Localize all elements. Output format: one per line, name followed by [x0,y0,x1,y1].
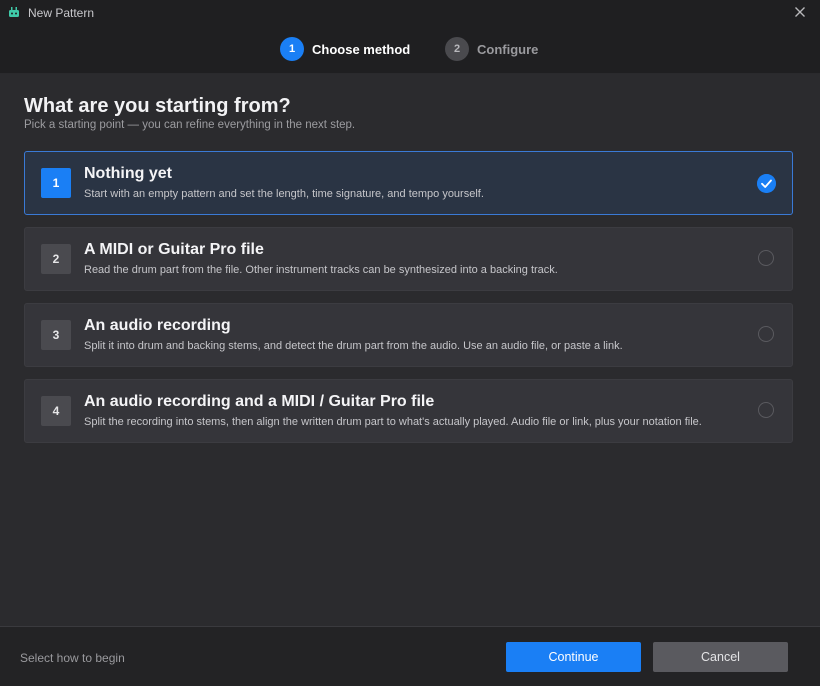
page-title: What are you starting from? [24,95,291,117]
option-description: Split the recording into stems, then ali… [84,416,702,428]
option-title: An audio recording and a MIDI / Guitar P… [84,393,435,410]
option-number: 2 [41,244,71,274]
status-text: Select how to begin [20,651,125,665]
radio-icon[interactable] [758,250,774,266]
step-configure: 2 Configure [445,37,538,61]
checkmark-icon [757,174,776,193]
option-number: 4 [41,396,71,426]
drum-app-icon [9,7,19,17]
option-audio-recording[interactable]: 3 An audio recording Split it into drum … [24,303,793,367]
page-subtitle: Pick a starting point — you can refine e… [24,119,356,131]
step-choose-method: 1 Choose method [280,37,410,61]
step-number: 1 [280,37,304,61]
option-title: A MIDI or Guitar Pro file [84,241,264,258]
option-title: Nothing yet [84,165,172,182]
option-description: Read the drum part from the file. Other … [84,264,558,276]
option-number: 1 [41,168,71,198]
radio-icon[interactable] [758,326,774,342]
option-nothing-yet[interactable]: 1 Nothing yet Start with an empty patter… [24,151,793,215]
dialog-footer: Select how to begin Continue Cancel [0,626,820,686]
radio-icon[interactable] [758,402,774,418]
step-label: Configure [477,41,539,57]
option-number: 3 [41,320,71,350]
step-number: 2 [445,37,469,61]
window-title: New Pattern [28,6,95,20]
option-description: Start with an empty pattern and set the … [84,188,484,200]
continue-button[interactable]: Continue [506,642,641,672]
option-audio-and-midi[interactable]: 4 An audio recording and a MIDI / Guitar… [24,379,793,443]
option-description: Split it into drum and backing stems, an… [84,340,623,352]
cancel-button[interactable]: Cancel [653,642,788,672]
option-title: An audio recording [84,317,231,334]
step-label: Choose method [312,41,411,57]
option-midi-guitar-pro[interactable]: 2 A MIDI or Guitar Pro file Read the dru… [24,227,793,291]
title-bar: New Pattern [0,0,820,26]
wizard-stepper: 1 Choose method 2 Configure [0,26,820,74]
close-icon[interactable] [792,4,808,20]
